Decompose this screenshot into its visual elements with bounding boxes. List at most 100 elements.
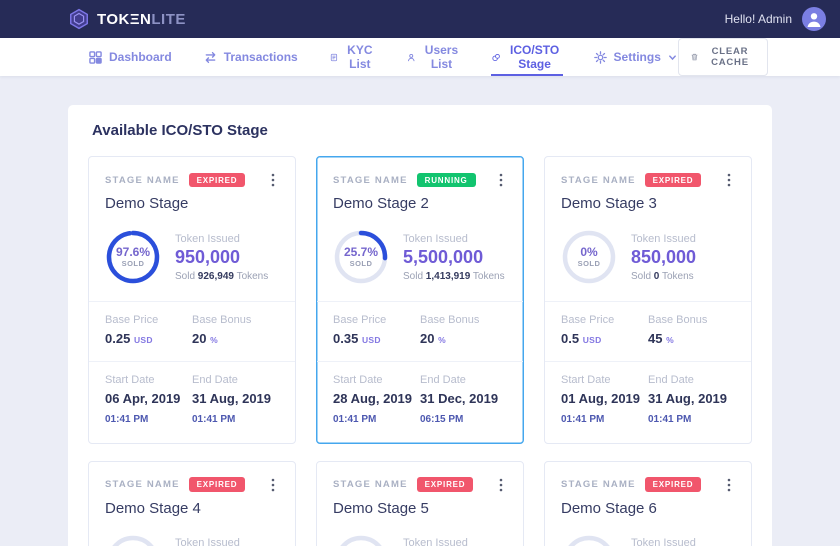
start-date-value: 28 Aug, 2019 01:41 PM: [333, 390, 414, 428]
clear-cache-label: CLEAR CACHE: [705, 46, 755, 68]
token-issued-block: Token Issued 5,500,000 Sold 1,413,919 To…: [403, 233, 505, 282]
brand-logo[interactable]: TOKΞNLITE: [68, 8, 186, 30]
base-price-label: Base Price: [105, 314, 186, 326]
stage-title: Demo Stage 3: [561, 195, 735, 212]
token-issued-label: Token Issued: [631, 537, 696, 546]
token-issued-label: Token Issued: [175, 233, 268, 245]
clear-cache-button[interactable]: CLEAR CACHE: [678, 38, 768, 76]
sold-progress-ring: 0% SOLD: [561, 229, 617, 285]
base-price-label: Base Price: [561, 314, 642, 326]
nav-label: KYC List: [345, 43, 375, 71]
token-issued-label: Token Issued: [403, 537, 468, 546]
stage-name-label: STAGE NAME: [333, 175, 408, 186]
sold-tokens-value: 0: [654, 271, 660, 282]
base-bonus-label: Base Bonus: [192, 314, 273, 326]
card-stats: 25.7% SOLD Token Issued 5,500,000 Sold 1…: [317, 223, 523, 301]
page-title: Available ICO/STO Stage: [92, 122, 752, 139]
card-stats: 0% SOLD Token Issued 850,000 Sold 0 Toke…: [545, 223, 751, 301]
stage-name-label: STAGE NAME: [561, 479, 636, 490]
start-date-label: Start Date: [105, 374, 186, 386]
token-issued-value: 5,500,000: [403, 247, 505, 268]
token-issued-block: Token Issued 850,000 Sold 0 Tokens: [631, 537, 696, 546]
coins-icon: [492, 51, 500, 64]
card-stats: 0% SOLD Token Issued 850,000 Sold 0 Toke…: [317, 528, 523, 546]
person-icon: [802, 7, 826, 31]
sold-caption: SOLD: [122, 260, 145, 269]
base-price-label: Base Price: [333, 314, 414, 326]
base-price-value: 0.25 USD: [105, 330, 186, 349]
document-icon: [330, 51, 338, 64]
stage-card: STAGE NAME RUNNING Demo Stage 2 25.7% S: [316, 156, 524, 444]
token-issued-block: Token Issued 950,000 Sold 926,949 Tokens: [175, 233, 268, 282]
base-bonus-value: 45 %: [648, 330, 729, 349]
percent-sold-value: 0%: [580, 246, 597, 260]
percent-sold-value: 97.6%: [116, 246, 150, 260]
sold-caption: SOLD: [578, 260, 601, 269]
card-header: STAGE NAME EXPIRED Demo Stage 3: [545, 157, 751, 223]
gear-icon: [594, 51, 607, 64]
sold-progress-ring: 97.6% SOLD: [105, 229, 161, 285]
sold-progress-ring: 25.7% SOLD: [333, 229, 389, 285]
token-issued-block: Token Issued 850,000 Sold 0 Tokens: [403, 537, 468, 546]
nav-item-users-list[interactable]: Users List: [406, 38, 461, 76]
sold-tokens-line: Sold 926,949 Tokens: [175, 271, 268, 282]
sold-caption: SOLD: [350, 260, 373, 269]
start-date-label: Start Date: [333, 374, 414, 386]
card-menu-button[interactable]: [267, 476, 279, 494]
kebab-icon: [727, 478, 731, 492]
card-menu-button[interactable]: [495, 476, 507, 494]
status-badge: RUNNING: [417, 173, 476, 188]
card-header: STAGE NAME RUNNING Demo Stage 2: [317, 157, 523, 223]
nav-item-settings[interactable]: Settings: [593, 38, 678, 76]
base-bonus-label: Base Bonus: [420, 314, 501, 326]
end-date-value: 31 Aug, 2019 01:41 PM: [192, 390, 273, 428]
sold-progress-ring: 0% SOLD: [105, 534, 161, 546]
price-bonus-row: Base Price 0.25 USD Base Bonus 20 %: [89, 301, 295, 361]
stage-title: Demo Stage 4: [105, 500, 279, 517]
end-date-value: 31 Dec, 2019 06:15 PM: [420, 390, 501, 428]
base-bonus-value: 20 %: [192, 330, 273, 349]
dates-row: Start Date 01 Aug, 2019 01:41 PM End Dat…: [545, 361, 751, 443]
card-menu-button[interactable]: [723, 476, 735, 494]
nav-item-ico-sto-stage[interactable]: ICO/STO Stage: [491, 38, 562, 76]
sold-tokens-value: 1,413,919: [426, 271, 471, 282]
stage-name-label: STAGE NAME: [333, 479, 408, 490]
end-date-label: End Date: [192, 374, 273, 386]
price-bonus-row: Base Price 0.35 USD Base Bonus 20 %: [317, 301, 523, 361]
user-icon: [407, 51, 415, 64]
sold-tokens-value: 926,949: [198, 271, 234, 282]
stage-cards-grid: STAGE NAME EXPIRED Demo Stage 97.6% SOL: [88, 156, 752, 546]
card-menu-button[interactable]: [495, 171, 507, 189]
greeting-text: Hello! Admin: [725, 12, 792, 26]
grid-icon: [89, 51, 102, 64]
card-menu-button[interactable]: [723, 171, 735, 189]
kebab-icon: [271, 478, 275, 492]
nav-item-transactions[interactable]: Transactions: [203, 38, 299, 76]
stage-name-label: STAGE NAME: [105, 479, 180, 490]
base-bonus-label: Base Bonus: [648, 314, 729, 326]
card-stats: 0% SOLD Token Issued 850,000 Sold 0 Toke…: [89, 528, 295, 546]
transfer-icon: [204, 51, 217, 64]
stage-title: Demo Stage 2: [333, 195, 507, 212]
card-menu-button[interactable]: [267, 171, 279, 189]
base-price-value: 0.35 USD: [333, 330, 414, 349]
card-stats: 0% SOLD Token Issued 850,000 Sold 0 Toke…: [545, 528, 751, 546]
kebab-icon: [271, 173, 275, 187]
sold-tokens-line: Sold 0 Tokens: [631, 271, 696, 282]
card-header: STAGE NAME EXPIRED Demo Stage 5: [317, 462, 523, 528]
chevron-down-icon: [668, 53, 677, 62]
end-date-value: 31 Aug, 2019 01:41 PM: [648, 390, 729, 428]
token-issued-block: Token Issued 850,000 Sold 0 Tokens: [631, 233, 696, 282]
price-bonus-row: Base Price 0.5 USD Base Bonus 45 %: [545, 301, 751, 361]
dates-row: Start Date 06 Apr, 2019 01:41 PM End Dat…: [89, 361, 295, 443]
nav-item-kyc-list[interactable]: KYC List: [329, 38, 376, 76]
stage-card: STAGE NAME EXPIRED Demo Stage 5 0% SOLD: [316, 461, 524, 546]
base-bonus-value: 20 %: [420, 330, 501, 349]
status-badge: EXPIRED: [189, 477, 246, 492]
stage-card: STAGE NAME EXPIRED Demo Stage 6 0% SOLD: [544, 461, 752, 546]
cube-logo-icon: [68, 8, 90, 30]
token-issued-value: 950,000: [175, 247, 268, 268]
user-avatar[interactable]: [802, 7, 826, 31]
nav-item-dashboard[interactable]: Dashboard: [88, 38, 173, 76]
card-header: STAGE NAME EXPIRED Demo Stage: [89, 157, 295, 223]
